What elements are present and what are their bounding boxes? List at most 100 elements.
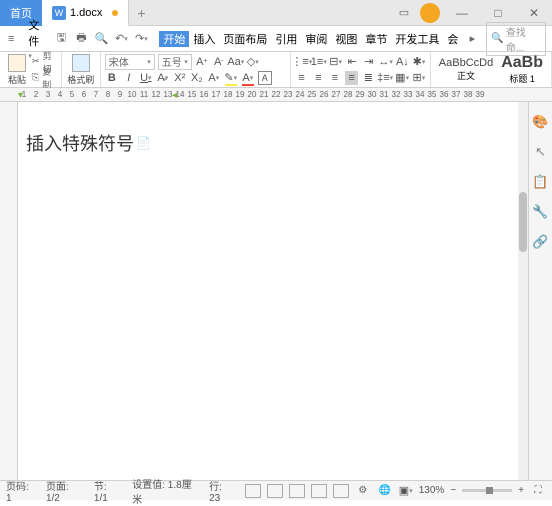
view-print-icon[interactable] — [267, 484, 283, 498]
settings-icon[interactable]: ⚙ — [355, 483, 371, 499]
shading-icon[interactable]: ▦▾ — [395, 71, 409, 85]
ruler-tick: 18 — [222, 90, 234, 99]
attachment-icon[interactable]: 🔗 — [533, 234, 549, 250]
ruler-tick: 4 — [54, 90, 66, 99]
align-justify-icon[interactable]: ≡ — [345, 71, 359, 85]
tab-references[interactable]: 引用 — [271, 31, 301, 47]
hamburger-icon[interactable]: ≡ — [4, 33, 18, 45]
fullscreen-icon[interactable]: ⛶ — [530, 483, 546, 499]
font-name-select[interactable]: 宋体▾ — [105, 54, 155, 70]
new-tab-button[interactable]: + — [129, 5, 153, 21]
font-color-button[interactable]: A▾ — [241, 71, 255, 85]
view-reading-icon[interactable] — [333, 484, 349, 498]
char-border-icon[interactable]: A — [258, 71, 272, 85]
char-scale-icon[interactable]: ↔▾ — [379, 55, 393, 69]
decrease-indent-icon[interactable]: ⇤ — [345, 55, 359, 69]
increase-font-icon[interactable]: A+ — [195, 55, 209, 69]
font-size-select[interactable]: 五号▾ — [158, 54, 192, 70]
document-viewport: 插入特殊符号📄 — [0, 102, 528, 480]
superscript-button[interactable]: X² — [173, 71, 187, 85]
ruler-tick: 28 — [342, 90, 354, 99]
qat-redo-icon[interactable]: ↷▾ — [133, 31, 149, 47]
ruler-tick: 21 — [258, 90, 270, 99]
strike-button[interactable]: A̵▾ — [156, 71, 170, 85]
menubar-dropdown-icon[interactable]: ▸ — [464, 31, 480, 47]
bold-button[interactable]: B — [105, 71, 119, 85]
app-switcher-icon[interactable]: ▭ — [396, 5, 412, 21]
scrollbar-thumb[interactable] — [519, 192, 527, 252]
decrease-font-icon[interactable]: A- — [212, 55, 226, 69]
zoom-slider[interactable] — [462, 489, 512, 492]
multilevel-icon[interactable]: ⊟▾ — [329, 55, 343, 69]
align-distribute-icon[interactable]: ≣ — [361, 71, 375, 85]
ruler-tick: 12 — [150, 90, 162, 99]
sort-icon[interactable]: A↓ — [396, 55, 410, 69]
horizontal-ruler[interactable]: ▾ ◂ 123456789101112131415161718192021222… — [0, 88, 552, 102]
vertical-ruler[interactable] — [0, 102, 18, 480]
numbering-icon[interactable]: 1≡▾ — [312, 55, 326, 69]
tab-sections[interactable]: 章节 — [361, 31, 391, 47]
clipboard-side-icon[interactable]: 📋 — [533, 174, 549, 190]
bullets-icon[interactable]: ⋮≡▾ — [295, 55, 309, 69]
ruler-tick: 2 — [30, 90, 42, 99]
zoom-out-button[interactable]: − — [450, 485, 456, 496]
qat-preview-icon[interactable]: 🔍 — [93, 31, 109, 47]
italic-button[interactable]: I — [122, 71, 136, 85]
ruler-tick: 20 — [246, 90, 258, 99]
ruler-tick: 26 — [318, 90, 330, 99]
zoom-in-button[interactable]: + — [518, 485, 524, 496]
document-page[interactable]: 插入特殊符号📄 — [18, 102, 528, 480]
align-left-icon[interactable]: ≡ — [295, 71, 309, 85]
tab-developer[interactable]: 开发工具 — [391, 31, 443, 47]
ruler-tick: 22 — [270, 90, 282, 99]
tab-document[interactable]: W 1.docx — [42, 0, 129, 26]
ruler-tick: 37 — [450, 90, 462, 99]
style-normal[interactable]: AaBbCcDd 正文 — [435, 57, 497, 82]
spellcheck-icon[interactable] — [245, 484, 261, 498]
clear-format-icon[interactable]: ◇▾ — [246, 55, 260, 69]
ruler-tick: 24 — [294, 90, 306, 99]
tab-insert[interactable]: 插入 — [189, 31, 219, 47]
wrench-icon[interactable]: 🔧 — [533, 204, 549, 220]
tab-review[interactable]: 审阅 — [301, 31, 331, 47]
ruler-tick: 15 — [186, 90, 198, 99]
copy-button[interactable]: ⎘ 复制 — [32, 70, 57, 86]
doc-inline-icon: 📄 — [136, 136, 151, 150]
line-spacing-icon[interactable]: ‡≡▾ — [378, 71, 392, 85]
search-input[interactable]: 🔍 查找命... — [486, 22, 546, 56]
borders-icon[interactable]: ⊞▾ — [412, 71, 426, 85]
paste-button[interactable]: 粘贴 — [4, 54, 30, 86]
underline-button[interactable]: U▾ — [139, 71, 153, 85]
tab-layout[interactable]: 页面布局 — [219, 31, 271, 47]
style-heading-1[interactable]: AaBb 标题 1 — [497, 54, 547, 85]
increase-indent-icon[interactable]: ⇥ — [362, 55, 376, 69]
tab-more[interactable]: 会 — [443, 31, 462, 47]
view-outline-icon[interactable] — [289, 484, 305, 498]
user-avatar[interactable] — [420, 3, 440, 23]
tab-start[interactable]: 开始 — [159, 31, 189, 47]
zoom-value[interactable]: 130% — [419, 485, 445, 496]
qat-print-icon[interactable]: 🖶 — [73, 31, 89, 47]
view-web-icon[interactable] — [311, 484, 327, 498]
ruler-right-indent-icon[interactable]: ◂ — [172, 90, 182, 100]
format-painter-button[interactable]: 格式刷 — [66, 54, 96, 86]
globe-icon[interactable]: 🌐 — [377, 483, 393, 499]
align-right-icon[interactable]: ≡ — [328, 71, 342, 85]
highlight-button[interactable]: ✎▾ — [224, 71, 238, 85]
subscript-button[interactable]: X₂ — [190, 71, 204, 85]
align-center-icon[interactable]: ≡ — [311, 71, 325, 85]
zoom-combo[interactable]: ▣▾ — [399, 484, 413, 498]
text-effects-icon[interactable]: A▾ — [207, 71, 221, 85]
ruler-tick: 9 — [114, 90, 126, 99]
qat-undo-icon[interactable]: ↶▾ — [113, 31, 129, 47]
document-text-line[interactable]: 插入特殊符号📄 — [26, 130, 520, 156]
ruler-left-indent-icon[interactable]: ▾ — [18, 90, 28, 100]
select-tool-icon[interactable]: ↖ — [533, 144, 549, 160]
symbols-icon[interactable]: ✱▾ — [412, 55, 426, 69]
change-case-icon[interactable]: Aa▾ — [229, 55, 243, 69]
palette-icon[interactable]: 🎨 — [533, 114, 549, 130]
qat-save-icon[interactable]: 🖫 — [53, 31, 69, 47]
tab-view[interactable]: 视图 — [331, 31, 361, 47]
vertical-scrollbar[interactable] — [518, 102, 528, 480]
ruler-tick: 27 — [330, 90, 342, 99]
